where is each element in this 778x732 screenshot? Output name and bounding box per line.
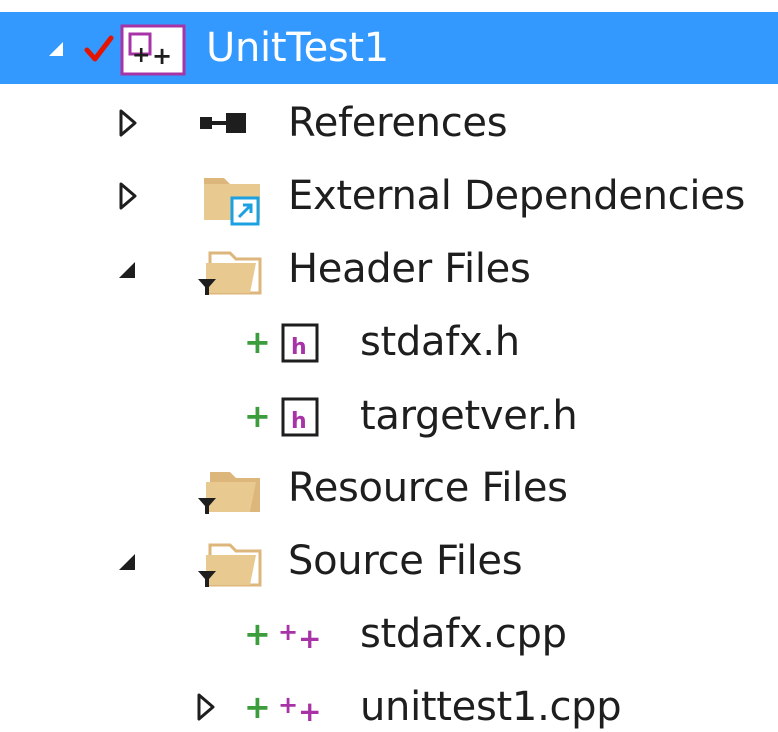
svg-text:+: + (152, 42, 172, 70)
solution-explorer-tree: + + UnitTest1 References External Depend… (0, 0, 778, 732)
expanded-triangle-icon[interactable] (118, 261, 136, 279)
tree-node-header-files[interactable]: Header Files (0, 233, 778, 305)
header-files-label: Header Files (288, 246, 531, 292)
header-file-icon: h (281, 397, 319, 437)
tree-node-targetver-h[interactable]: + h targetver.h (0, 380, 778, 452)
stdafx-cpp-label: stdafx.cpp (360, 611, 567, 657)
resource-files-label: Resource Files (288, 465, 568, 511)
cpp-test-project-icon: + + (120, 24, 186, 76)
expanded-triangle-icon[interactable] (118, 553, 136, 571)
svg-text:+: + (132, 43, 150, 68)
header-file-icon: h (281, 323, 319, 363)
targetver-h-label: targetver.h (360, 393, 578, 439)
stdafx-h-label: stdafx.h (360, 319, 520, 365)
expanded-triangle-icon[interactable] (48, 41, 64, 57)
unittest1-cpp-label: unittest1.cpp (360, 684, 622, 730)
checked-in-icon (84, 35, 114, 62)
collapsed-triangle-icon[interactable] (118, 181, 138, 211)
cpp-file-icon: + + (278, 618, 321, 652)
filter-folder-icon (198, 543, 262, 587)
filter-folder-icon (198, 251, 262, 295)
pending-add-icon: + (244, 615, 271, 653)
tree-node-unittest1-cpp[interactable]: + + + unittest1.cpp (0, 671, 778, 732)
pending-add-icon: + (244, 688, 271, 726)
tree-node-stdafx-h[interactable]: + h stdafx.h (0, 306, 778, 378)
svg-text:+: + (298, 622, 321, 652)
references-icon (200, 113, 246, 133)
tree-node-stdafx-cpp[interactable]: + + + stdafx.cpp (0, 598, 778, 670)
svg-text:+: + (278, 618, 298, 646)
tree-node-source-files[interactable]: Source Files (0, 525, 778, 597)
external-dependencies-folder-icon (204, 178, 260, 226)
svg-text:+: + (278, 691, 298, 719)
source-files-label: Source Files (288, 538, 523, 584)
svg-text:h: h (291, 335, 307, 360)
external-dependencies-label: External Dependencies (288, 173, 746, 219)
project-label: UnitTest1 (206, 25, 389, 71)
tree-node-external-dependencies[interactable]: External Dependencies (0, 160, 778, 232)
tree-node-references[interactable]: References (0, 87, 778, 159)
collapsed-triangle-icon[interactable] (196, 692, 216, 722)
tree-node-project[interactable]: + + UnitTest1 (0, 12, 778, 84)
pending-add-icon: + (244, 323, 271, 361)
svg-text:h: h (291, 409, 307, 434)
svg-text:+: + (298, 695, 321, 725)
references-label: References (288, 100, 508, 146)
filter-folder-icon (198, 472, 260, 514)
pending-add-icon: + (244, 397, 271, 435)
tree-node-resource-files[interactable]: Resource Files (0, 452, 778, 524)
collapsed-triangle-icon[interactable] (118, 108, 138, 138)
cpp-file-icon: + + (278, 691, 321, 725)
